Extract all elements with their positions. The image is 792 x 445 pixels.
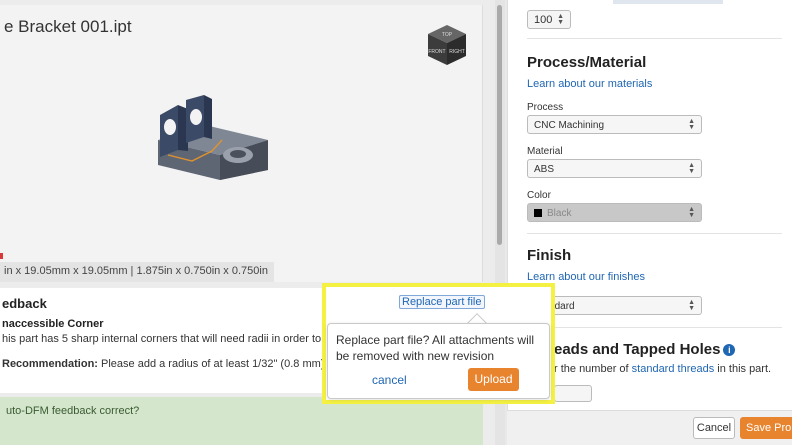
viewcube-top-label: TOP [442, 32, 453, 38]
process-material-title: Process/Material [527, 54, 647, 71]
cancel-button[interactable]: Cancel [693, 417, 735, 439]
info-icon[interactable]: i [723, 344, 736, 356]
dfm-confirm-text: uto-DFM feedback correct? [6, 405, 140, 417]
materials-link[interactable]: Learn about our materials [527, 78, 652, 90]
process-value: CNC Machining [534, 120, 605, 131]
bracket-part-model [158, 95, 268, 180]
material-label: Material [527, 146, 563, 157]
process-label: Process [527, 102, 564, 113]
part-dimensions: in x 19.05mm x 19.05mm | 1.875in x 0.750… [0, 262, 274, 282]
updown-chevron-icon: ▲ ▼ [688, 162, 695, 175]
warning-marker [0, 253, 3, 259]
updown-chevron-icon: ▲ ▼ [557, 13, 564, 26]
save-properties-button[interactable]: Save Prop [740, 417, 792, 439]
process-select[interactable]: CNC Machining ▲ ▼ [527, 115, 702, 134]
threads-title-text: eads and Tapped Holes [554, 341, 721, 358]
threads-text-suffix: in this part. [714, 363, 772, 375]
active-tab-indicator [613, 0, 723, 4]
replace-confirm-popover: Replace part file? All attachments will … [327, 323, 550, 399]
3d-viewer[interactable]: e Bracket 001.ipt TOP FRONT RIGHT in x 1… [0, 5, 483, 282]
threads-title: eads and Tapped Holes i [554, 341, 736, 358]
threads-count-input[interactable] [554, 385, 592, 402]
file-title: e Bracket 001.ipt [4, 17, 132, 36]
threads-description: r the number of standard threads in this… [554, 363, 771, 375]
viewcube-icon[interactable]: TOP FRONT RIGHT [426, 23, 468, 67]
updown-chevron-icon: ▲ ▼ [688, 206, 695, 219]
threads-text-prefix: r the number of [554, 363, 632, 375]
color-label: Color [527, 190, 551, 201]
standard-threads-link[interactable]: standard threads [632, 363, 715, 375]
feedback-issue-title: naccessible Corner [2, 318, 104, 330]
divider [527, 233, 782, 234]
finish-title: Finish [527, 247, 572, 264]
color-swatch [534, 209, 542, 217]
material-select[interactable]: ABS ▲ ▼ [527, 159, 702, 178]
footer-bar: Cancel Save Prop [507, 410, 792, 445]
updown-chevron-icon: ▲ ▼ [688, 299, 695, 312]
recommendation-label: Recommendation: [2, 358, 98, 370]
finishes-link[interactable]: Learn about our finishes [527, 271, 645, 283]
divider [527, 327, 782, 328]
upload-button[interactable]: Upload [468, 368, 519, 391]
dfm-confirm-bar: uto-DFM feedback correct? [0, 397, 483, 445]
quantity-select[interactable]: 100 ▲ ▼ [527, 10, 571, 29]
left-scrollbar-thumb[interactable] [497, 5, 502, 245]
popover-cancel-link[interactable]: cancel [372, 373, 407, 387]
viewcube-front-label: FRONT [428, 49, 445, 55]
replace-confirm-message: Replace part file? All attachments will … [336, 333, 535, 363]
recommendation-text: Please add a radius of at least 1/32" (0… [97, 358, 325, 370]
feedback-recommendation: Recommendation: Please add a radius of a… [2, 358, 324, 370]
feedback-heading: edback [2, 296, 47, 311]
divider [527, 38, 782, 39]
feedback-issue-text: his part has 5 sharp internal corners th… [2, 333, 349, 345]
viewcube-right-label: RIGHT [449, 49, 465, 55]
material-value: ABS [534, 164, 555, 175]
updown-chevron-icon: ▲ ▼ [688, 118, 695, 131]
replace-part-file-link[interactable]: Replace part file [399, 295, 485, 309]
color-select[interactable]: Black ▲ ▼ [527, 203, 702, 222]
quantity-value: 100 [534, 14, 553, 26]
color-value: Black [547, 208, 572, 219]
